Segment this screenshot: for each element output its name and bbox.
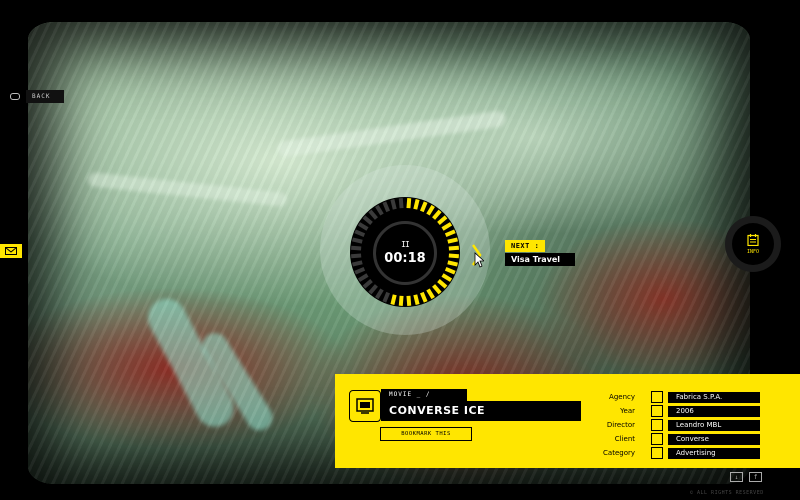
- elapsed-time: 00:18: [384, 251, 426, 266]
- dial-segment: [448, 253, 459, 259]
- meta-marker: [651, 391, 663, 403]
- info-button[interactable]: INFO: [725, 216, 781, 272]
- movie-screen-icon: [356, 398, 374, 414]
- meta-value: Leandro MBL: [668, 419, 760, 431]
- movie-info-panel: MOVIE _ / CONVERSE ICE BOOKMARK THIS Age…: [335, 374, 800, 468]
- movie-meta-list: Agency Fabrica S.P.A. Year 2006 Director…: [593, 390, 760, 460]
- cursor-icon: [474, 252, 484, 268]
- pause-icon: II: [401, 240, 410, 249]
- back-icon: [10, 93, 20, 100]
- share-icon[interactable]: ↓: [730, 472, 743, 482]
- dial-segment: [406, 295, 412, 306]
- dial-segment: [351, 253, 362, 259]
- contact-tab[interactable]: [0, 244, 22, 258]
- info-icon: [747, 233, 759, 246]
- dial-segment: [447, 237, 458, 244]
- next-label[interactable]: NEXT :: [505, 240, 546, 252]
- info-button-inner: INFO: [732, 223, 774, 265]
- info-label: INFO: [746, 248, 760, 255]
- meta-label: Category: [603, 449, 635, 457]
- dial-segment: [398, 198, 404, 209]
- dial-segment: [390, 294, 397, 305]
- meta-row-category: Category Advertising: [593, 446, 760, 460]
- dial-segment: [406, 198, 412, 209]
- meta-marker: [651, 419, 663, 431]
- movie-icon-box: [349, 390, 381, 422]
- dial-segment: [352, 237, 363, 244]
- meta-marker: [651, 433, 663, 445]
- meta-row-agency: Agency Fabrica S.P.A.: [593, 390, 760, 404]
- meta-row-client: Client Converse: [593, 432, 760, 446]
- bookmark-button[interactable]: BOOKMARK THIS: [380, 427, 472, 441]
- meta-value: Converse: [668, 433, 760, 445]
- meta-row-year: Year 2006: [593, 404, 760, 418]
- meta-label: Agency: [609, 393, 635, 401]
- next-video-title[interactable]: Visa Travel: [505, 253, 575, 266]
- dial-segment: [413, 294, 420, 305]
- meta-marker: [651, 405, 663, 417]
- pause-button[interactable]: II 00:18: [373, 221, 437, 285]
- movie-title: CONVERSE ICE: [381, 401, 581, 421]
- meta-row-director: Director Leandro MBL: [593, 418, 760, 432]
- copyright: © ALL RIGHTS RESERVED: [690, 490, 764, 496]
- dial-segment: [413, 199, 420, 210]
- meta-label: Director: [606, 421, 635, 429]
- movie-section-label: MOVIE _ /: [381, 389, 467, 401]
- meta-marker: [651, 447, 663, 459]
- dial-segment: [448, 245, 459, 251]
- meta-value: 2006: [668, 405, 760, 417]
- mail-icon: [5, 247, 17, 255]
- meta-value: Fabrica S.P.A.: [668, 391, 760, 403]
- dial-segment: [352, 260, 363, 267]
- dial-segment: [398, 295, 404, 306]
- meta-value: Advertising: [668, 447, 760, 459]
- back-label: BACK: [26, 90, 65, 103]
- dial-segment: [351, 245, 362, 251]
- back-button[interactable]: BACK: [10, 90, 65, 103]
- dial-segment: [390, 199, 397, 210]
- social-icons: ↓ f: [730, 472, 762, 482]
- dial-segment: [447, 260, 458, 267]
- facebook-icon[interactable]: f: [749, 472, 762, 482]
- meta-label: Client: [614, 435, 635, 443]
- meta-label: Year: [620, 407, 635, 415]
